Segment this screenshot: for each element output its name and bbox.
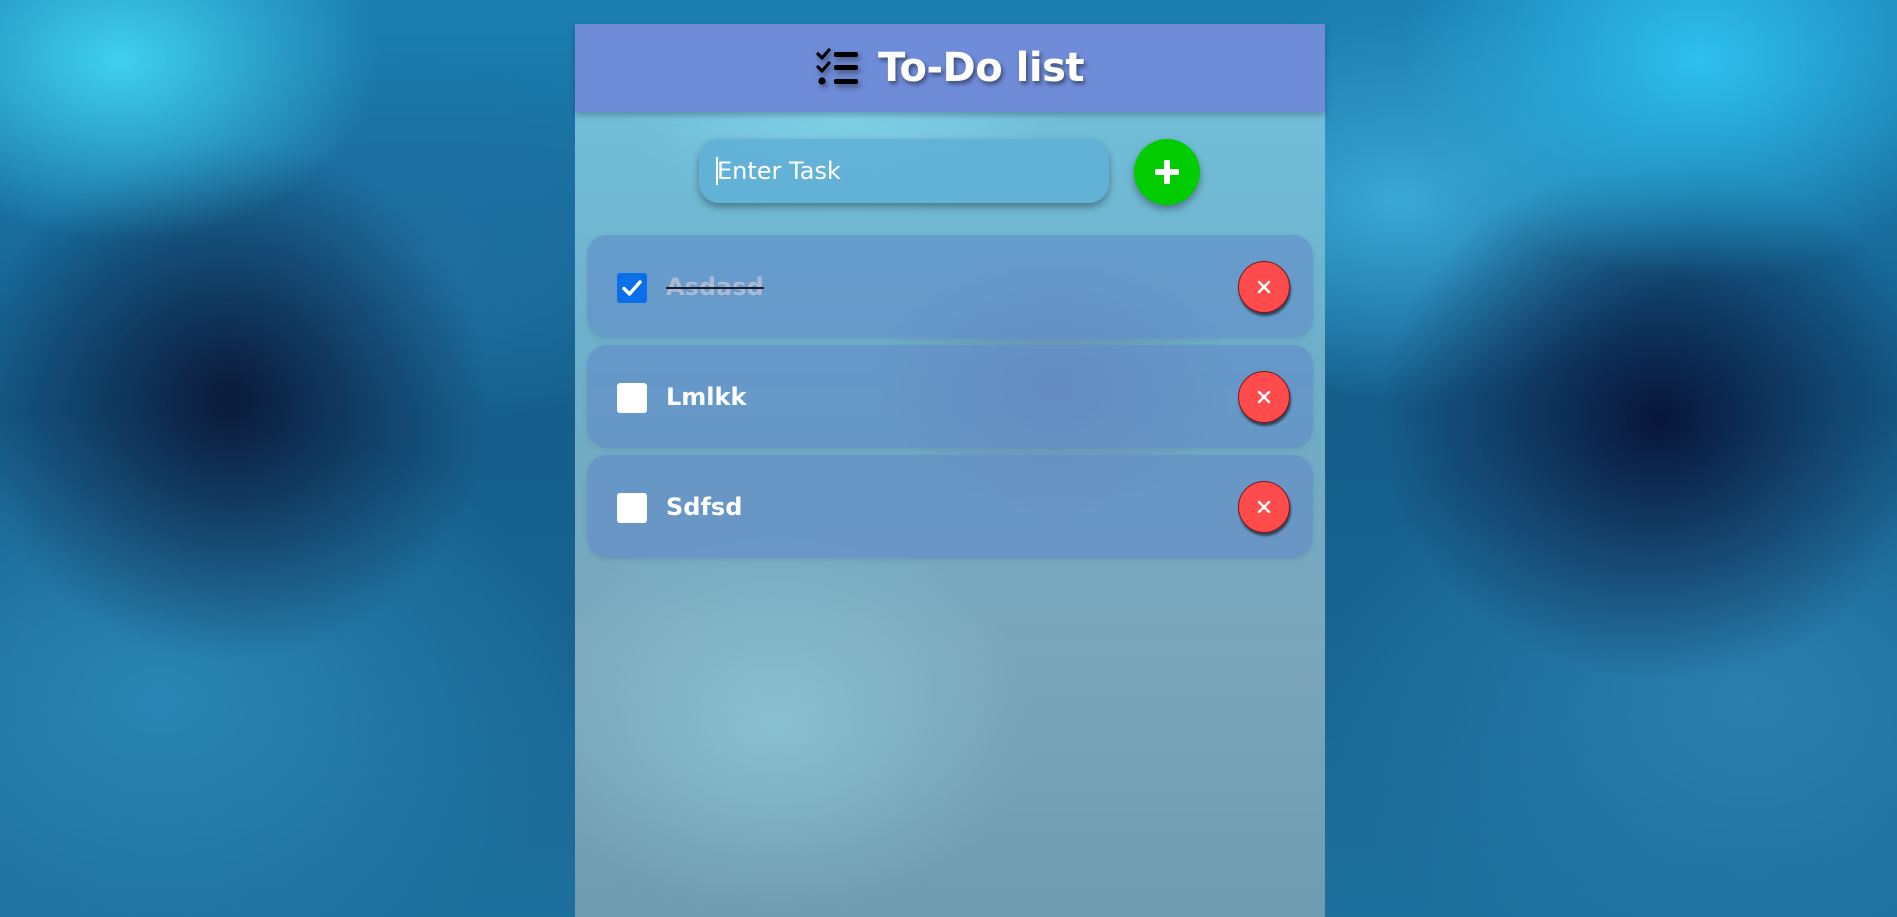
task-list: Asdasd Lmlkk Sdfsd bbox=[587, 235, 1313, 565]
plus-icon bbox=[1155, 160, 1179, 184]
page-title: To-Do list bbox=[877, 45, 1085, 91]
task-text: Lmlkk bbox=[666, 383, 747, 411]
task-checkbox[interactable] bbox=[617, 493, 647, 523]
delete-task-button[interactable] bbox=[1238, 371, 1290, 423]
checkmark-icon bbox=[622, 280, 642, 296]
task-checkbox[interactable] bbox=[617, 383, 647, 413]
todo-panel: To-Do list Asdasd Lmlkk bbox=[575, 24, 1325, 917]
header: To-Do list bbox=[575, 24, 1325, 112]
add-task-button[interactable] bbox=[1134, 139, 1200, 205]
task-item: Asdasd bbox=[587, 235, 1313, 338]
task-text: Asdasd bbox=[666, 273, 764, 301]
close-icon bbox=[1257, 390, 1271, 404]
delete-task-button[interactable] bbox=[1238, 481, 1290, 533]
task-item: Sdfsd bbox=[587, 455, 1313, 558]
task-checkbox[interactable] bbox=[617, 273, 647, 303]
close-icon bbox=[1257, 500, 1271, 514]
checklist-icon bbox=[816, 48, 858, 85]
delete-task-button[interactable] bbox=[1238, 261, 1290, 313]
task-input[interactable] bbox=[699, 139, 1109, 203]
text-caret bbox=[716, 157, 718, 185]
task-item: Lmlkk bbox=[587, 345, 1313, 448]
close-icon bbox=[1257, 280, 1271, 294]
task-text: Sdfsd bbox=[666, 493, 743, 521]
